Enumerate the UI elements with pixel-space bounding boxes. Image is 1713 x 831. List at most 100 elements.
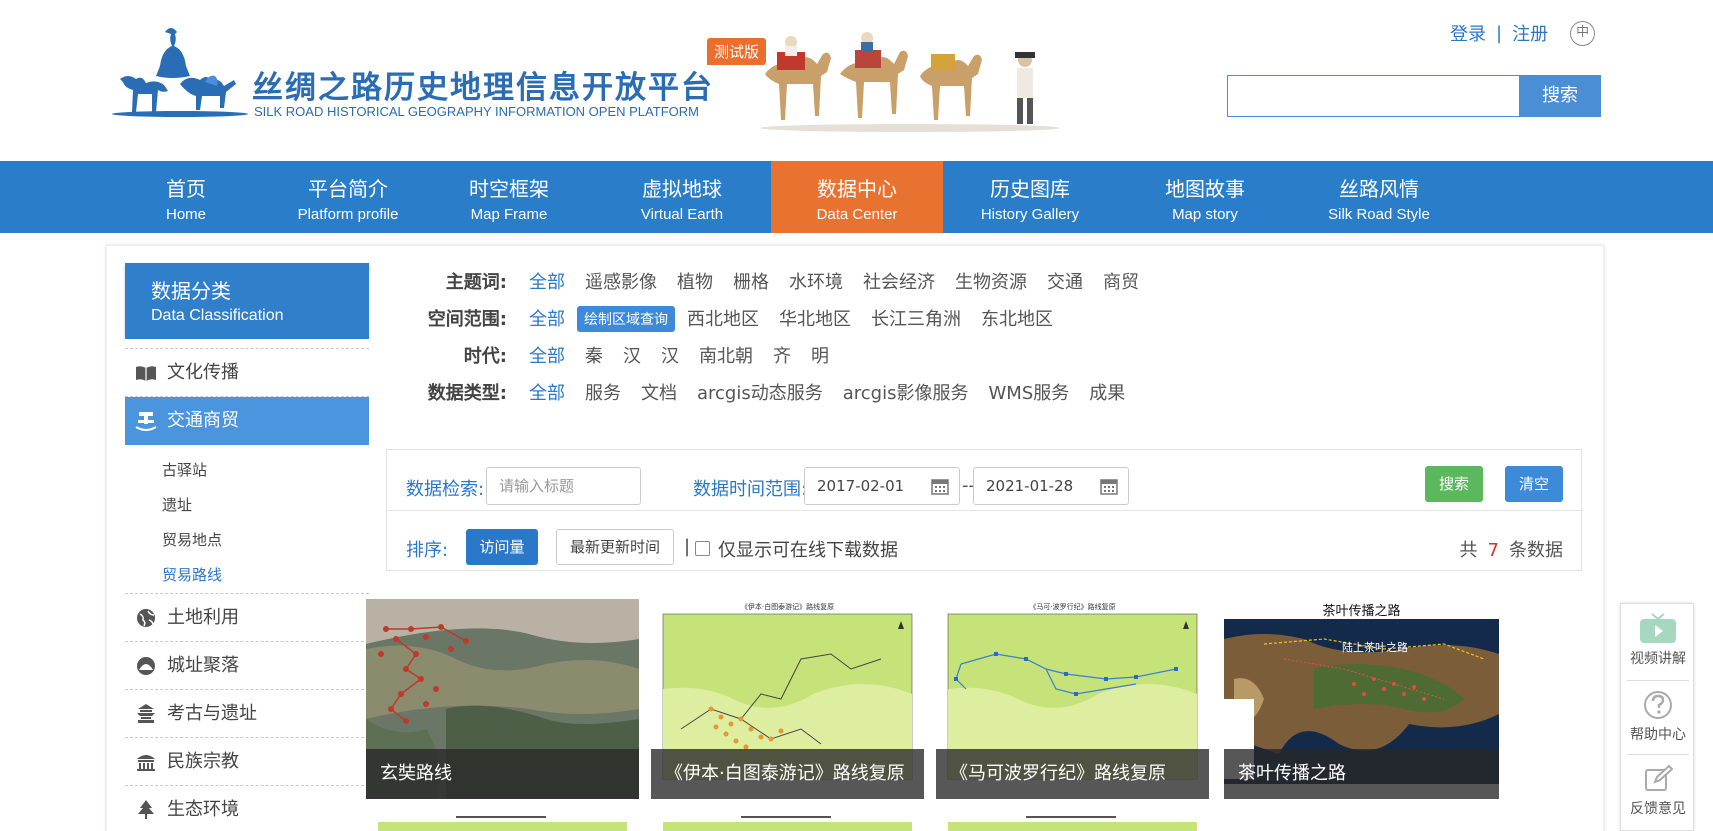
camel-caravan-illustration	[760, 32, 1060, 132]
sidebar-item-land-use[interactable]: 土地利用	[125, 594, 369, 642]
nav-label-en: History Gallery	[980, 206, 1080, 223]
filter-option[interactable]: 汉	[661, 342, 679, 368]
filter-option[interactable]: 汉	[623, 342, 641, 368]
filter-option[interactable]: 齐	[773, 342, 791, 368]
download-only-checkbox[interactable]	[695, 541, 710, 556]
sidebar-item-settlements[interactable]: 城址聚落	[125, 642, 369, 690]
result-count: 共 7 条数据	[1460, 536, 1563, 562]
help-center-button[interactable]: 帮助中心	[1621, 682, 1695, 752]
sort-by-visits-button[interactable]: 访问量	[466, 529, 538, 565]
filter-option[interactable]: arcgis影像服务	[843, 379, 969, 405]
main-nav: 首页 Home 平台简介 Platform profile 时空框架 Map F…	[0, 161, 1713, 233]
data-search-panel: 数据检索: 请输入标题 数据时间范围: 2017-02-01 -- 2021-0…	[386, 449, 1583, 571]
filter-option[interactable]: 遥感影像	[585, 268, 657, 294]
card-map-label: 陆上茶叶之路	[1342, 641, 1408, 654]
nav-item-map-story[interactable]: 地图故事 Map story	[1110, 161, 1300, 233]
filter-option[interactable]: 成果	[1089, 379, 1125, 405]
filter-panel: 主题词: 全部 遥感影像 植物 栅格 水环境 社会经济 生物资源 交通 商贸 空间范围: 全部 绘制区…	[400, 268, 1580, 416]
filter-option[interactable]: 全部	[529, 379, 565, 405]
nav-label-en: Silk Road Style	[1328, 206, 1430, 223]
sidebar-sub-list: 古驿站 遗址 贸易地点 贸易路线	[125, 445, 369, 594]
result-card[interactable]: 玄奘路线	[366, 599, 639, 799]
video-guide-button[interactable]: 视频讲解	[1621, 604, 1695, 674]
filter-option[interactable]: 商贸	[1103, 268, 1139, 294]
nav-item-virtual-earth[interactable]: 虚拟地球 Virtual Earth	[587, 161, 777, 233]
sub-item-sites[interactable]: 遗址	[125, 488, 369, 523]
register-link[interactable]: 注册	[1512, 20, 1548, 46]
sidebar-title-cn: 数据分类	[151, 279, 231, 303]
result-card-partial[interactable]	[366, 814, 639, 831]
site-search-button[interactable]: 搜索	[1519, 75, 1601, 117]
sub-item-trade-places[interactable]: 贸易地点	[125, 523, 369, 558]
filter-option[interactable]: 全部	[529, 268, 565, 294]
nav-item-history-gallery[interactable]: 历史图库 History Gallery	[935, 161, 1125, 233]
tree-icon	[138, 800, 154, 819]
temple-icon	[137, 755, 155, 771]
filter-option[interactable]: 南北朝	[699, 342, 753, 368]
filter-option[interactable]: WMS服务	[989, 379, 1070, 405]
filter-option[interactable]: arcgis动态服务	[697, 379, 823, 405]
sidebar-item-label: 民族宗教	[167, 751, 239, 772]
date-to-input[interactable]: 2021-01-28	[973, 467, 1129, 505]
date-from-input[interactable]: 2017-02-01	[804, 467, 960, 505]
sidebar-item-label: 城址聚落	[167, 655, 239, 676]
nav-item-map-frame[interactable]: 时空框架 Map Frame	[414, 161, 604, 233]
filter-row-space: 空间范围: 全部 绘制区域查询 西北地区 华北地区 长江三角洲 东北地区	[400, 305, 1580, 342]
nav-item-data-center[interactable]: 数据中心 Data Center	[771, 161, 943, 233]
filter-option[interactable]: 全部	[529, 342, 565, 368]
nav-item-silk-road-style[interactable]: 丝路风情 Silk Road Style	[1284, 161, 1474, 233]
language-toggle-icon[interactable]: 中	[1570, 20, 1596, 46]
filter-option[interactable]: 水环境	[789, 268, 843, 294]
filter-option[interactable]: 文档	[641, 379, 677, 405]
sub-item-ancient-posts[interactable]: 古驿站	[125, 453, 369, 488]
result-card[interactable]: 《马可·波罗行纪》路线复原 《马可波罗行纪》路线复原	[936, 599, 1209, 799]
sidebar-item-archaeology[interactable]: 考古与遗址	[125, 690, 369, 738]
login-link[interactable]: 登录	[1450, 20, 1486, 46]
calendar-icon[interactable]	[1100, 477, 1118, 495]
filter-option[interactable]: 西北地区	[687, 305, 759, 331]
filter-row-topic: 主题词: 全部 遥感影像 植物 栅格 水环境 社会经济 生物资源 交通 商贸	[400, 268, 1580, 305]
filter-option[interactable]: 华北地区	[779, 305, 851, 331]
divider	[1627, 754, 1689, 755]
sidebar-item-culture[interactable]: 文化传播	[125, 349, 369, 397]
sidebar-header: 数据分类 Data Classification	[125, 263, 369, 339]
sidebar-item-ethnic-religion[interactable]: 民族宗教	[125, 738, 369, 786]
sidebar-item-ecology[interactable]: 生态环境	[125, 786, 369, 831]
sort-label: 排序:	[406, 540, 449, 561]
calendar-icon[interactable]	[931, 477, 949, 495]
sub-item-trade-routes[interactable]: 贸易路线	[125, 558, 369, 593]
filter-option[interactable]: 全部	[529, 305, 565, 331]
sidebar-item-transport-trade[interactable]: 交通商贸	[125, 397, 369, 445]
filter-option[interactable]: 长江三角洲	[871, 305, 961, 331]
data-search-input[interactable]: 请输入标题	[486, 467, 641, 505]
data-search-button[interactable]: 搜索	[1425, 466, 1483, 502]
result-card-partial[interactable]	[936, 814, 1209, 831]
feedback-button[interactable]: 反馈意见	[1621, 756, 1695, 826]
filter-option[interactable]: 交通	[1047, 268, 1083, 294]
nav-label-cn: 数据中心	[817, 177, 897, 201]
data-search-label: 数据检索:	[406, 479, 485, 500]
filter-option[interactable]: 明	[811, 342, 829, 368]
result-card[interactable]: 《伊本·白图泰游记》路线复原 《伊本·白图泰游记》路线复原	[651, 599, 924, 799]
filter-option[interactable]: 东北地区	[981, 305, 1053, 331]
result-count-prefix: 共	[1459, 540, 1478, 561]
card-title: 玄奘路线	[366, 749, 639, 799]
date-from-value: 2017-02-01	[817, 477, 905, 495]
clear-button[interactable]: 清空	[1505, 466, 1563, 502]
sidebar-spacer	[125, 339, 369, 349]
nav-label-cn: 虚拟地球	[642, 177, 722, 201]
data-classification-sidebar: 数据分类 Data Classification 文化传播 交通商贸 古驿站 遗…	[125, 263, 369, 831]
filter-option[interactable]: 植物	[677, 268, 713, 294]
site-logo[interactable]: 丝绸之路历史地理信息开放平台 SILK ROAD HISTORICAL GEOG…	[110, 24, 1060, 144]
filter-option[interactable]: 社会经济	[863, 268, 935, 294]
filter-option[interactable]: 秦	[585, 342, 603, 368]
result-card-partial[interactable]	[651, 814, 924, 831]
site-search-input[interactable]	[1227, 75, 1520, 117]
sort-by-updated-button[interactable]: 最新更新时间	[556, 529, 674, 565]
download-only-label[interactable]: 仅显示可在线下载数据	[718, 536, 898, 562]
filter-option[interactable]: 生物资源	[955, 268, 1027, 294]
result-card[interactable]: 茶叶传播之路 陆上茶叶之路 茶叶传播之路	[1224, 599, 1499, 799]
filter-option[interactable]: 服务	[585, 379, 621, 405]
draw-region-button[interactable]: 绘制区域查询	[577, 306, 675, 332]
filter-option[interactable]: 栅格	[733, 268, 769, 294]
